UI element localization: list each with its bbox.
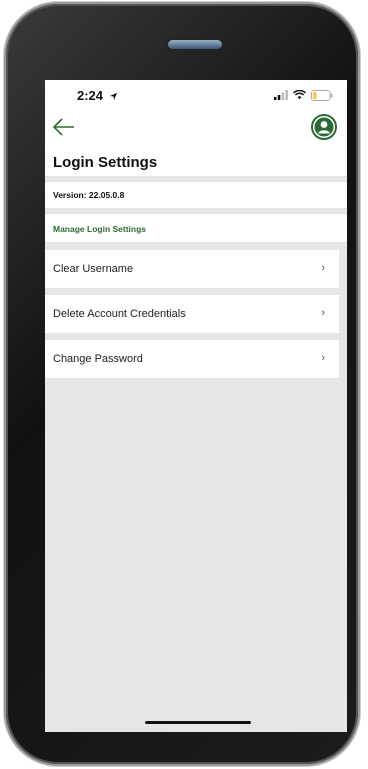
wifi-icon	[293, 90, 306, 100]
section-title: Manage Login Settings	[53, 224, 147, 234]
chevron-right-icon: ›	[321, 307, 325, 319]
section-header: Manage Login Settings	[45, 214, 347, 242]
menu-item-label: Clear Username	[53, 263, 134, 275]
back-arrow-icon[interactable]	[51, 116, 77, 138]
chevron-right-icon: ›	[321, 262, 325, 274]
menu-item-label: Delete Account Credentials	[53, 308, 186, 320]
version-row: Version: 22.05.0.8	[45, 182, 347, 208]
location-arrow-icon	[109, 92, 117, 101]
cellular-signal-icon	[274, 90, 288, 100]
phone-speaker	[168, 40, 222, 49]
page-header: Login Settings	[45, 110, 347, 176]
status-time: 2:24	[77, 88, 118, 103]
version-label: Version: 22.05.0.8	[53, 190, 125, 200]
chevron-right-icon: ›	[321, 352, 325, 364]
app-screen: 2:24 Login Settings Version: 22.05.0.8 M…	[45, 80, 347, 732]
settings-menu: Clear Username › Delete Account Credenti…	[45, 250, 347, 385]
phone-frame: 2:24 Login Settings Version: 22.05.0.8 M…	[6, 4, 358, 764]
page-title: Login Settings	[53, 154, 158, 171]
status-bar: 2:24	[45, 80, 347, 110]
battery-low-icon	[311, 89, 333, 101]
user-profile-icon[interactable]	[311, 114, 337, 140]
clear-username-item[interactable]: Clear Username ›	[45, 250, 339, 288]
menu-item-label: Change Password	[53, 353, 143, 365]
home-indicator[interactable]	[145, 721, 251, 724]
delete-account-credentials-item[interactable]: Delete Account Credentials ›	[45, 295, 339, 333]
change-password-item[interactable]: Change Password ›	[45, 340, 339, 378]
status-icons	[274, 89, 333, 101]
